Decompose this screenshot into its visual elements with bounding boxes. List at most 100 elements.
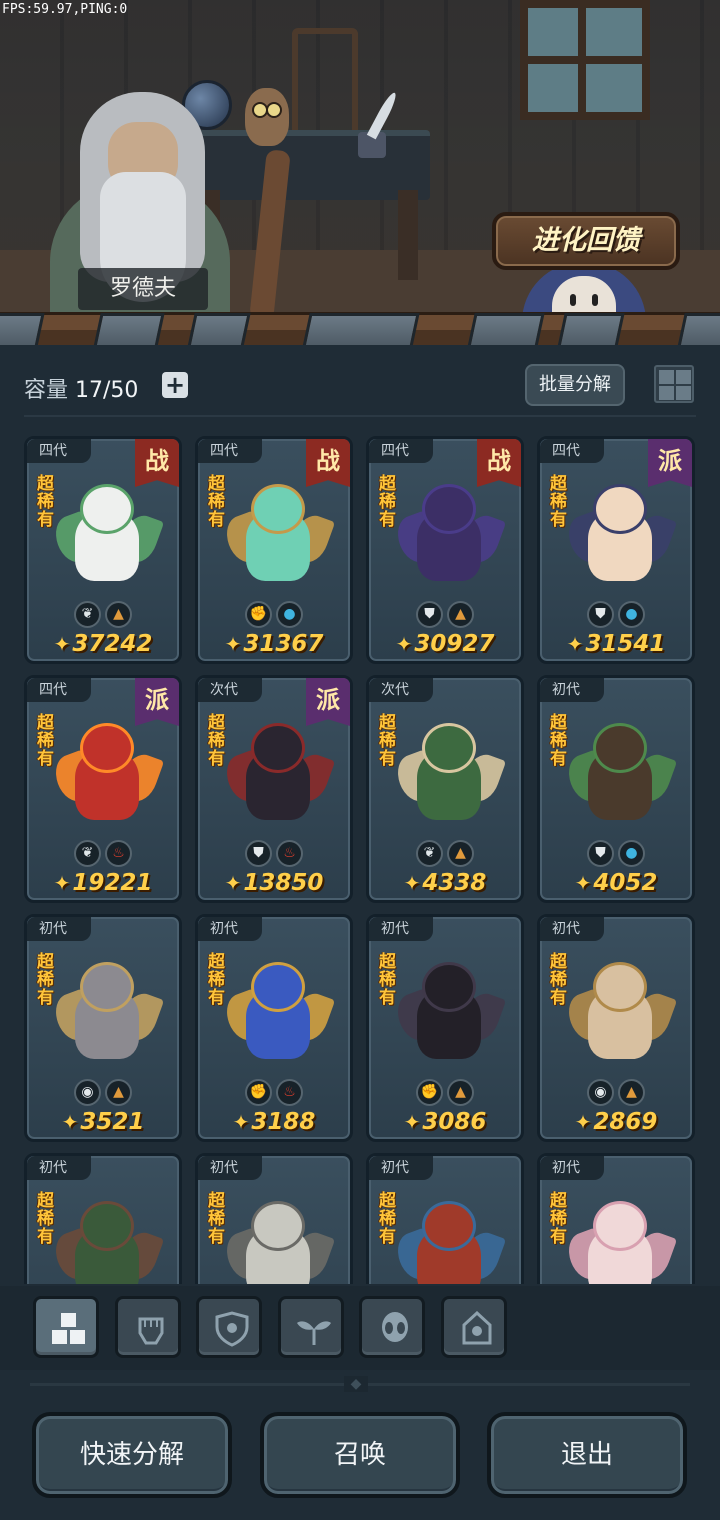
generation-label: 四代 bbox=[369, 439, 433, 463]
rarity-label: 超稀有 bbox=[208, 952, 225, 1008]
filter-tab-leaf[interactable] bbox=[277, 1296, 344, 1358]
filter-tab-shield[interactable] bbox=[196, 1296, 262, 1358]
monster-card[interactable]: 初代 超稀有 ◉ ▲ ✦3521 bbox=[24, 914, 182, 1142]
monster-grid[interactable]: 四代战超稀有 ❦ ▲ ✦37242 四代战超稀有 ✊ ● ✦31367 四代 战超稀有 ⛊ ▲ ✦309… bbox=[24, 436, 696, 1284]
shield-icon: ⛊ bbox=[587, 601, 614, 628]
monster-card[interactable]: 次代 超稀有 ❦ ▲ ✦4338 bbox=[366, 675, 524, 903]
monster-card[interactable]: 四代派超稀有 ⛊ ● ✦31541 bbox=[537, 436, 695, 664]
earth-icon: ▲ bbox=[105, 601, 132, 628]
rarity-label: 超稀有 bbox=[550, 1191, 567, 1247]
window bbox=[520, 0, 650, 120]
rarity-label: 超稀有 bbox=[37, 713, 54, 769]
power-icon: ✦ bbox=[232, 1110, 250, 1134]
monster-card[interactable]: 初代 超稀有 ✊ ▲ ✦3086 bbox=[366, 914, 524, 1142]
power-number: 4052 bbox=[593, 870, 658, 896]
filter-tab-fist[interactable] bbox=[114, 1296, 181, 1358]
monster-card[interactable]: 初代超稀有 bbox=[195, 1153, 353, 1284]
monster-portrait bbox=[391, 720, 507, 830]
generation-label: 四代 bbox=[27, 678, 91, 702]
power-number: 37242 bbox=[72, 631, 153, 657]
generation-label: 初代 bbox=[540, 1156, 604, 1180]
rarity-label: 超稀有 bbox=[208, 713, 225, 769]
monster-card[interactable]: 初代 超稀有 ◉ ▲ ✦2869 bbox=[537, 914, 695, 1142]
leaf-icon: ❦ bbox=[416, 840, 443, 867]
add-capacity-button[interactable]: + bbox=[162, 372, 188, 398]
rarity-label: 超稀有 bbox=[37, 952, 54, 1008]
desk-leg bbox=[398, 190, 418, 280]
monster-card[interactable]: 四代战超稀有 ✊ ● ✦31367 bbox=[195, 436, 353, 664]
monster-card[interactable]: 初代 超稀有 bbox=[366, 1153, 524, 1284]
capacity-value: 17/50 bbox=[75, 378, 139, 403]
rarity-label: 超稀有 bbox=[208, 1191, 225, 1247]
fps-readout: FPS:59.97,PING:0 bbox=[2, 2, 128, 17]
npc-name-label: 罗德夫 bbox=[78, 268, 208, 310]
alien-icon: ◉ bbox=[74, 1079, 101, 1106]
rarity-label: 超稀有 bbox=[379, 474, 396, 530]
monster-portrait bbox=[49, 720, 165, 830]
grid-view-icon[interactable] bbox=[654, 365, 694, 403]
monster-portrait bbox=[391, 959, 507, 1069]
fire-icon: ♨ bbox=[276, 1079, 303, 1106]
monster-card[interactable]: 初代 超稀有 bbox=[24, 1153, 182, 1284]
power-number: 3086 bbox=[422, 1109, 487, 1135]
fire-icon: ♨ bbox=[105, 840, 132, 867]
fist-icon: ✊ bbox=[416, 1079, 443, 1106]
role-badge: 战 bbox=[477, 439, 521, 487]
monster-portrait bbox=[49, 1198, 165, 1284]
monster-card[interactable]: 初代超稀有 bbox=[537, 1153, 695, 1284]
fist-icon: ✊ bbox=[245, 601, 272, 628]
power-number: 3521 bbox=[80, 1109, 145, 1135]
attribute-icons: ⛊ ♨ bbox=[198, 840, 350, 868]
generation-label: 初代 bbox=[198, 1156, 262, 1180]
batch-decompose-button[interactable]: 批量分解 bbox=[525, 364, 625, 406]
power-number: 19221 bbox=[72, 870, 153, 896]
power-value: ✦3086 bbox=[369, 1109, 521, 1139]
generation-label: 初代 bbox=[540, 678, 604, 702]
earth-icon: ▲ bbox=[447, 601, 474, 628]
quick-decompose-button[interactable]: 快速分解 bbox=[32, 1412, 232, 1498]
power-icon: ✦ bbox=[403, 871, 421, 895]
power-number: 13850 bbox=[243, 870, 324, 896]
rarity-label: 超稀有 bbox=[379, 952, 396, 1008]
scene-banner: 罗德夫 进化回馈 bbox=[0, 0, 720, 345]
power-number: 3188 bbox=[251, 1109, 316, 1135]
monster-portrait bbox=[220, 1198, 336, 1284]
shield-icon: ⛊ bbox=[245, 840, 272, 867]
generation-label: 初代 bbox=[27, 917, 91, 941]
monster-portrait bbox=[391, 1198, 507, 1284]
filter-tab-all-blocks[interactable] bbox=[33, 1296, 99, 1358]
filter-tab-alien[interactable] bbox=[359, 1296, 425, 1358]
generation-label: 四代 bbox=[27, 439, 91, 463]
evolve-reward-button[interactable]: 进化回馈 bbox=[492, 212, 680, 270]
rarity-label: 超稀有 bbox=[379, 713, 396, 769]
power-icon: ✦ bbox=[224, 632, 242, 656]
monster-portrait bbox=[220, 959, 336, 1069]
shield-icon: ⛊ bbox=[587, 840, 614, 867]
monster-card[interactable]: 四代派超稀有 ❦ ♨ ✦19221 bbox=[24, 675, 182, 903]
water-icon: ● bbox=[618, 840, 645, 867]
monster-card[interactable]: 初代 超稀有 ✊ ♨ ✦3188 bbox=[195, 914, 353, 1142]
generation-label: 次代 bbox=[198, 678, 262, 702]
monster-card[interactable]: 四代战超稀有 ❦ ▲ ✦37242 bbox=[24, 436, 182, 664]
filter-tab-tower[interactable] bbox=[440, 1296, 507, 1358]
summon-button[interactable]: 召唤 bbox=[260, 1412, 460, 1498]
rarity-label: 超稀有 bbox=[550, 474, 567, 530]
attribute-icons: ⛊ ● bbox=[540, 840, 692, 868]
generation-label: 初代 bbox=[369, 1156, 433, 1180]
wooden-rail bbox=[0, 312, 720, 345]
exit-button[interactable]: 退出 bbox=[487, 1412, 687, 1498]
role-badge: 派 bbox=[648, 439, 692, 487]
power-value: ✦30927 bbox=[369, 631, 521, 661]
power-value: ✦19221 bbox=[27, 870, 179, 900]
monster-card[interactable]: 四代战超稀有 ⛊ ▲ ✦30927 bbox=[366, 436, 524, 664]
attribute-icons: ❦ ▲ bbox=[27, 601, 179, 629]
attribute-icons: ◉ ▲ bbox=[540, 1079, 692, 1107]
monster-card[interactable]: 次代派超稀有 ⛊ ♨ ✦13850 bbox=[195, 675, 353, 903]
monster-portrait bbox=[220, 720, 336, 830]
capacity-label: 容量 bbox=[24, 378, 69, 403]
generation-label: 初代 bbox=[540, 917, 604, 941]
role-badge: 派 bbox=[135, 678, 179, 726]
generation-label: 初代 bbox=[369, 917, 433, 941]
power-icon: ✦ bbox=[61, 1110, 79, 1134]
monster-card[interactable]: 初代 超稀有 ⛊ ● ✦4052 bbox=[537, 675, 695, 903]
